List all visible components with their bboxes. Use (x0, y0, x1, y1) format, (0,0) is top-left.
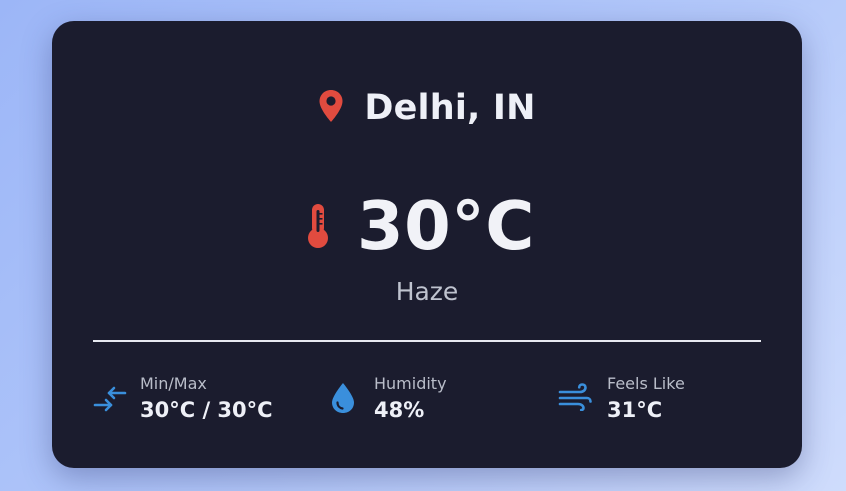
city-name: Delhi, IN (364, 88, 536, 128)
divider (93, 340, 761, 342)
humidity-value: 48% (374, 398, 425, 422)
min-max-arrows-icon (93, 386, 127, 412)
weather-condition: Haze (395, 277, 459, 306)
temperature-row: 30°C (52, 181, 802, 271)
humidity-label: Humidity (374, 374, 447, 393)
map-pin-icon (319, 90, 343, 122)
feels-like-value: 31°C (607, 398, 663, 422)
location-header: Delhi, IN (52, 83, 802, 133)
current-temperature: 30°C (357, 187, 535, 265)
min-max-value: 30°C / 30°C (140, 398, 273, 422)
wind-icon (558, 383, 592, 411)
weather-card: Delhi, IN 30°C Haze Min/Max 30°C / 30°C … (52, 21, 802, 468)
weather-details: Min/Max 30°C / 30°C Humidity 48% Feels L… (93, 374, 793, 434)
thermometer-icon (308, 204, 329, 248)
feels-like-label: Feels Like (607, 374, 685, 393)
water-drop-icon (332, 383, 354, 413)
min-max-label: Min/Max (140, 374, 207, 393)
